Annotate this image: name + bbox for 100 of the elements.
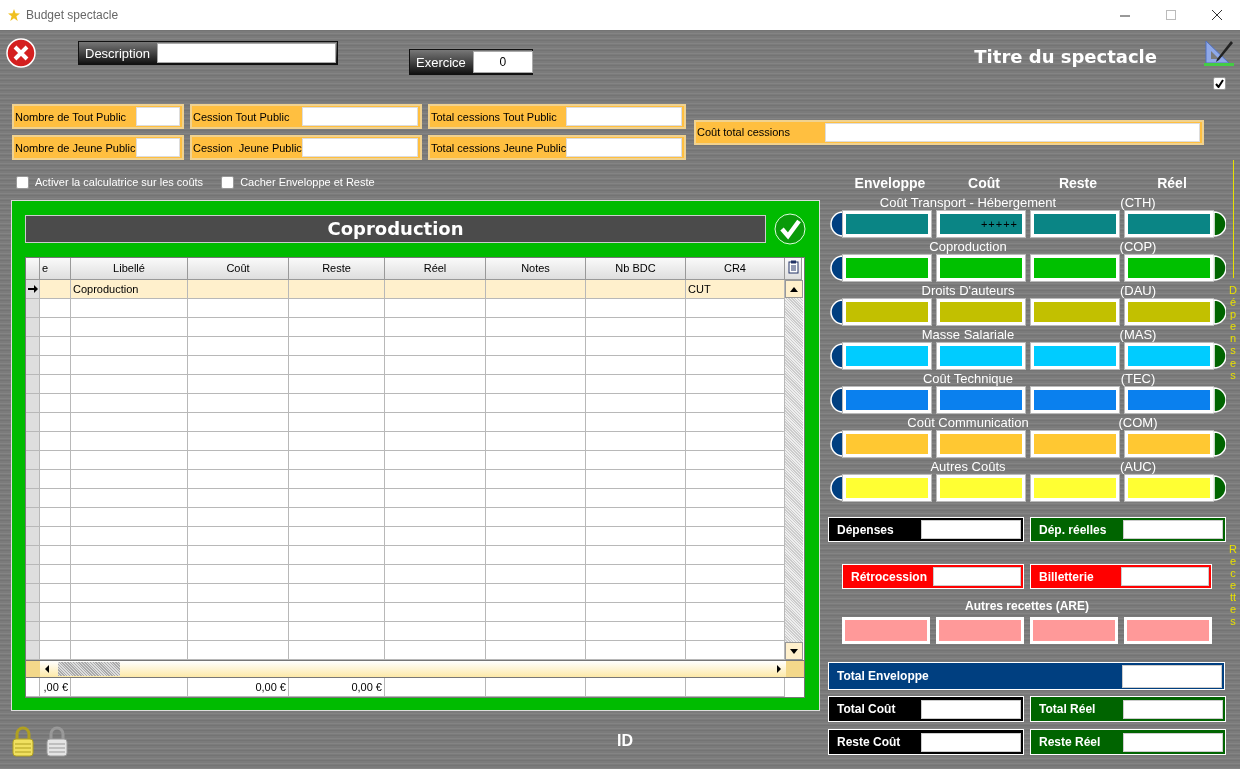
input-field[interactable] [1123,699,1223,719]
row-header-cell[interactable] [26,451,40,470]
column-header[interactable]: e [40,258,71,280]
amount-field[interactable] [1125,299,1213,325]
input-field[interactable] [1123,732,1223,752]
amount-field[interactable] [843,387,931,413]
set-square-pen-icon[interactable] [1203,39,1235,67]
amount-field[interactable] [843,475,931,501]
amount-field[interactable] [1031,431,1119,457]
table-row[interactable]: Coproduction CUT [26,280,785,299]
row-header-cell[interactable] [26,413,40,432]
row-header-cell[interactable] [26,584,40,603]
row-header-cell[interactable] [26,356,40,375]
amount-field[interactable]: +++++ [937,211,1025,237]
input-field[interactable] [302,138,418,157]
amount-field[interactable] [1031,343,1119,369]
data-grid[interactable]: e Libellé Coût Reste Réel Notes Nb BDC CR4 Coproduction CUT ,00 € 0,00 € 0,00 € [25,257,805,698]
column-header[interactable]: Libellé [71,258,188,280]
row-header-cell[interactable] [26,337,40,356]
row-header-cell[interactable] [26,280,40,299]
checkbox[interactable] [221,175,235,189]
row-header-cell[interactable] [26,508,40,527]
row-header-cell[interactable] [26,318,40,337]
input-field[interactable] [825,122,1200,142]
input-field[interactable] [566,107,682,126]
input-field[interactable] [136,138,180,157]
amount-field[interactable] [1030,617,1118,644]
checkbox[interactable] [1212,77,1226,90]
amount-field[interactable] [937,343,1025,369]
amount-field[interactable] [1031,387,1119,413]
maximize-icon[interactable] [1166,10,1176,20]
column-header[interactable]: Réel [385,258,486,280]
amount-field[interactable] [843,299,931,325]
scroll-up-button[interactable] [785,280,803,298]
amount-field[interactable] [1125,343,1213,369]
total-cell: 0,00 € [188,678,289,697]
amount-field[interactable] [843,211,931,237]
total-cell [26,678,40,697]
column-header[interactable]: Nb BDC [586,258,686,280]
row-header-cell[interactable] [26,527,40,546]
amount-field[interactable] [842,617,930,644]
amount-field[interactable] [937,387,1025,413]
close-icon[interactable] [1212,10,1222,20]
amount-field[interactable] [937,299,1025,325]
column-header: Enveloppe [853,175,927,193]
check-icon[interactable] [774,213,806,245]
amount-field[interactable] [1031,255,1119,281]
row-header-cell[interactable] [26,432,40,451]
input-field[interactable] [566,138,682,157]
column-header[interactable]: Notes [486,258,586,280]
input-field[interactable] [1121,567,1209,586]
amount-field[interactable] [1031,211,1119,237]
amount-field[interactable] [1124,617,1212,644]
amount-field[interactable] [936,617,1024,644]
amount-field[interactable] [1125,431,1213,457]
row-header-cell[interactable] [26,622,40,641]
input-field[interactable] [1123,520,1223,539]
document-icon[interactable] [787,260,799,274]
amount-field[interactable] [1125,475,1213,501]
amount-field[interactable] [1125,211,1213,237]
input-field[interactable] [921,732,1021,752]
column-header[interactable]: CR4 [686,258,785,280]
row-header-cell[interactable] [26,470,40,489]
padlock-icon[interactable] [45,725,69,757]
row-header-cell[interactable] [26,299,40,318]
input-field[interactable] [933,567,1021,586]
scroll-down-button[interactable] [785,642,803,660]
input-field[interactable] [921,520,1021,539]
amount-field[interactable] [1125,387,1213,413]
amount-field[interactable] [1125,255,1213,281]
input-field[interactable] [1122,664,1222,688]
scroll-thumb[interactable] [58,662,120,676]
amount-field[interactable] [1031,299,1119,325]
column-header[interactable]: Reste [289,258,385,280]
amount-field[interactable] [937,431,1025,457]
field-label: Billetterie [1039,569,1095,584]
amount-field[interactable] [843,255,931,281]
checkbox[interactable] [16,175,29,189]
padlock-icon[interactable] [11,725,35,757]
amount-field[interactable] [937,475,1025,501]
side-label: Recettes [1228,542,1238,628]
exercice-field[interactable]: 0 [472,51,533,73]
row-header-cell[interactable] [26,603,40,622]
input-field[interactable] [136,107,180,126]
row-header-cell[interactable] [26,489,40,508]
row-header-cell[interactable] [26,641,40,660]
row-header-cell[interactable] [26,394,40,413]
amount-field[interactable] [843,343,931,369]
horizontal-scrollbar[interactable] [40,661,786,677]
column-header[interactable]: Coût [188,258,289,280]
row-header-cell[interactable] [26,546,40,565]
row-header-cell[interactable] [26,375,40,394]
amount-field[interactable] [843,431,931,457]
description-field[interactable] [157,43,336,63]
amount-field[interactable] [937,255,1025,281]
vertical-scrollbar[interactable] [785,280,803,660]
input-field[interactable] [921,699,1021,719]
amount-field[interactable] [1031,475,1119,501]
input-field[interactable] [302,107,418,126]
row-header-cell[interactable] [26,565,40,584]
